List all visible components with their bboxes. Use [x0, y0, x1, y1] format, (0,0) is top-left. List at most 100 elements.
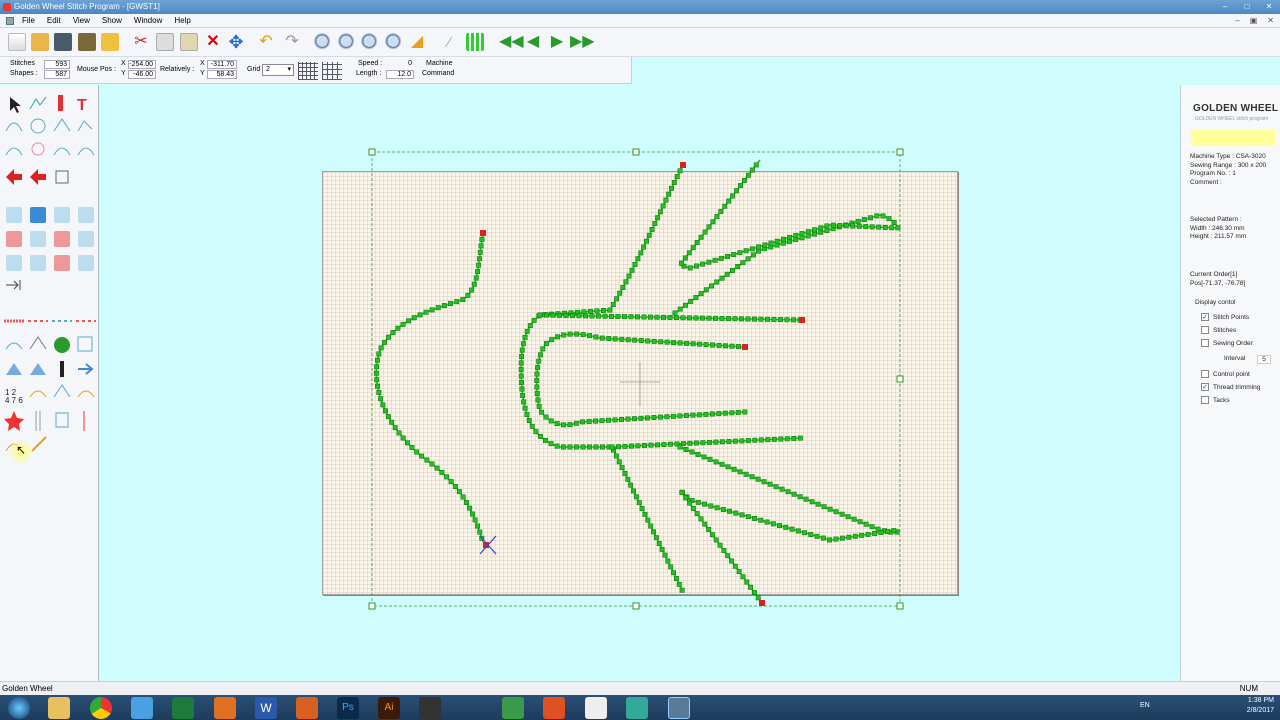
document-icon[interactable] [6, 16, 14, 25]
network-app-icon[interactable] [626, 697, 648, 719]
length-value[interactable]: 12.0 [386, 70, 414, 79]
resize-handle[interactable] [896, 148, 904, 156]
menu-file[interactable]: File [16, 14, 41, 28]
paste-icon[interactable] [180, 33, 198, 51]
speed-value: 0 [408, 60, 412, 67]
move-icon[interactable]: ✥ [227, 33, 245, 51]
resize-handle[interactable] [368, 148, 376, 156]
jump-icon[interactable] [6, 280, 21, 290]
back-arrow-icon[interactable] [6, 169, 22, 185]
brand-logo: GOLDEN WHEEL [1193, 103, 1279, 114]
copy-icon[interactable] [156, 33, 174, 51]
close-button[interactable]: ✕ [1262, 0, 1276, 14]
brand-banner [1191, 130, 1275, 146]
open-folder-icon[interactable] [31, 33, 49, 51]
excel-icon[interactable] [172, 697, 194, 719]
machine-label: Machine [426, 60, 453, 67]
curve-tools-icon[interactable] [5, 118, 95, 156]
menu-show[interactable]: Show [96, 14, 128, 28]
clock-date: 2/8/2017 [1246, 707, 1274, 714]
file-explorer-icon[interactable] [48, 697, 70, 719]
tools-icon[interactable] [78, 33, 96, 51]
menu-window[interactable]: Window [128, 14, 168, 28]
thread-trimming-checkbox[interactable]: ✓ [1201, 383, 1209, 391]
zoom-in-icon[interactable] [338, 33, 356, 51]
zoom-out-icon[interactable] [361, 33, 379, 51]
redo-icon[interactable]: ↷ [283, 33, 301, 51]
language-indicator[interactable]: EN [1140, 702, 1150, 709]
machine-info: Machine Type : CSA-3020 Sewing Range : 3… [1190, 153, 1267, 186]
golden-wheel-task-icon[interactable] [668, 697, 690, 719]
photoshop-icon[interactable]: Ps [337, 697, 359, 719]
minimize-button[interactable]: – [1218, 0, 1232, 14]
undo-icon[interactable]: ↶ [257, 33, 275, 51]
clock[interactable]: 1:38 PM 2/8/2017 [1247, 696, 1274, 716]
rel-x-value: -311.70 [207, 60, 237, 69]
resize-handle[interactable] [632, 148, 640, 156]
measure-icon[interactable]: ◢ [408, 33, 426, 51]
sewing-order-checkbox[interactable] [1201, 339, 1209, 347]
pen-icon[interactable] [58, 95, 63, 111]
first-stitch-icon[interactable]: ◀◀ [499, 33, 524, 51]
brand-subtitle: GOLDEN WHEEL stitch program [1195, 116, 1269, 122]
folder-export-icon[interactable] [101, 33, 119, 51]
mdi-restore-button[interactable]: ▣ [1250, 14, 1258, 28]
google-icon[interactable] [585, 697, 607, 719]
design-canvas[interactable] [322, 171, 958, 595]
control-point-checkbox[interactable] [1201, 370, 1209, 378]
edit-tools-icon[interactable] [6, 207, 94, 271]
tool-palette: T 1 2 4 7 6 ↖ [0, 85, 99, 681]
acrobat-icon[interactable] [419, 697, 441, 719]
chrome-icon[interactable] [90, 697, 112, 719]
green-app-icon[interactable] [502, 697, 524, 719]
start-point-marker[interactable] [680, 162, 686, 168]
menu-view[interactable]: View [67, 14, 96, 28]
return-arrow-icon[interactable] [30, 169, 46, 185]
pattern-tools-icon[interactable]: 1 2 4 7 6 [4, 319, 96, 452]
line-tool-icon[interactable]: ∕ [440, 33, 458, 51]
interval-input[interactable]: 5 [1257, 355, 1271, 364]
app-grid-icon[interactable] [131, 697, 153, 719]
save-icon[interactable] [54, 33, 72, 51]
grid-toggle-icon[interactable] [298, 62, 318, 80]
resize-handle[interactable] [896, 602, 904, 610]
new-file-icon[interactable] [8, 33, 26, 51]
tacks-checkbox[interactable] [1201, 396, 1209, 404]
text-icon[interactable]: T [77, 97, 87, 114]
delete-icon[interactable]: ✕ [204, 33, 222, 51]
status-text: Golden Wheel [2, 684, 53, 693]
word-icon[interactable]: W [255, 697, 277, 719]
zoom-fit-icon[interactable] [385, 33, 403, 51]
outlook-icon[interactable] [214, 697, 236, 719]
stitches-checkbox[interactable] [1201, 326, 1209, 334]
stitch-view-icon[interactable] [466, 33, 484, 51]
stitch-point [680, 162, 686, 168]
menu-help[interactable]: Help [168, 14, 196, 28]
node-icon[interactable] [55, 170, 69, 184]
next-stitch-icon[interactable]: ▶ [548, 33, 566, 51]
illustrator-icon[interactable]: Ai [378, 697, 400, 719]
start-button-icon[interactable] [8, 697, 30, 719]
stitch-point [753, 162, 759, 168]
stitch-points-checkbox[interactable]: ✓ [1201, 313, 1209, 321]
polyline-icon[interactable] [29, 96, 47, 110]
mdi-close-button[interactable]: ✕ [1267, 14, 1274, 28]
resize-handle[interactable] [632, 602, 640, 610]
grid-select[interactable]: 2 ▾ [262, 64, 294, 76]
select-arrow-icon[interactable] [10, 97, 21, 113]
resize-handle[interactable] [368, 602, 376, 610]
stitch-points-label: Stitch Points [1213, 314, 1250, 321]
title-bar: Golden Wheel Stitch Program - [GWST1] – … [0, 0, 1280, 14]
snap-grid-icon[interactable] [322, 62, 342, 80]
prev-stitch-icon[interactable]: ◀ [524, 33, 542, 51]
mdi-minimize-button[interactable]: – [1235, 14, 1239, 28]
menu-edit[interactable]: Edit [41, 14, 67, 28]
cut-icon[interactable]: ✂ [132, 33, 150, 51]
shapes-value: 587 [44, 70, 70, 79]
last-stitch-icon[interactable]: ▶▶ [570, 33, 595, 51]
start-point-marker[interactable] [759, 600, 765, 606]
maximize-button[interactable]: □ [1240, 0, 1254, 14]
zoom-icon[interactable] [314, 33, 332, 51]
stitch-app-icon[interactable] [296, 697, 318, 719]
pdf-app-icon[interactable] [543, 697, 565, 719]
